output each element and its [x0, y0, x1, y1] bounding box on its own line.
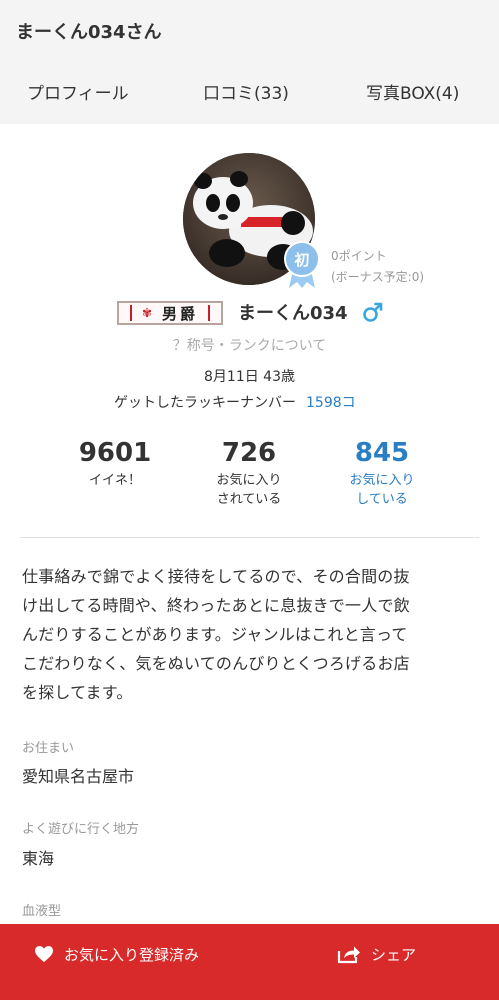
intro-line: を探してます。 [22, 683, 133, 702]
stat-favoriting[interactable]: 845 お気に入り している [317, 437, 447, 509]
favorite-button-label: お気に入り登録済み [64, 945, 200, 964]
residence-label: お住まい [22, 741, 75, 756]
share-icon [337, 946, 360, 964]
rank-title: 男爵 [162, 304, 199, 323]
section-divider [20, 537, 479, 538]
rank-info-link[interactable]: ？称号・ランクについて [0, 335, 499, 355]
intro-line: んだりすることがあります。ジャンルはこれと言って [22, 625, 408, 644]
likes-label: イイネ！ [88, 473, 141, 488]
area-label: よく遊びに行く地方 [22, 822, 140, 837]
favoriting-count: 845 [354, 438, 410, 468]
tab-reviews[interactable]: 口コミ(33) [203, 79, 289, 104]
beginner-badge-icon: 初 [284, 241, 320, 288]
male-icon [363, 302, 383, 322]
favorited-by-label-2: されている [216, 492, 282, 507]
stat-favorited-by[interactable]: 726 お気に入り されている [184, 437, 314, 509]
blood-type-label: 血液型 [22, 904, 62, 919]
birthday-age: 8月11日 43歳 [204, 369, 295, 385]
intro-line: 仕事絡みで錦でよく接待をしてるので、その合間の抜 [22, 567, 410, 586]
tab-profile[interactable]: プロフィール [27, 79, 129, 104]
favoriting-label-2: している [356, 492, 408, 507]
favoriting-label-1: お気に入り [349, 473, 415, 488]
page-title: まーくん034さん [16, 22, 162, 43]
lucky-number-label: ゲットしたラッキーナンバー [114, 395, 296, 411]
tab-photo-box[interactable]: 写真BOX(4) [366, 79, 459, 104]
rank-emblem: ✾ 男爵 [117, 301, 223, 325]
share-button[interactable]: シェア [337, 924, 416, 984]
heart-icon [35, 946, 53, 962]
favorited-by-count: 726 [221, 438, 277, 468]
intro-line: こだわりなく、気をぬいてのんびりとくつろげるお店 [22, 654, 410, 673]
bonus-points: (ボーナス予定:0) [331, 270, 425, 284]
self-introduction: 仕事絡みで錦でよく接待をしてるので、その合間の抜 け出してる時間や、終わったあと… [22, 562, 482, 707]
favorited-by-label-1: お気に入り [216, 473, 282, 488]
residence-value: 愛知県名古屋市 [22, 767, 135, 786]
tab-bar: プロフィール 口コミ(33) 写真BOX(4) [0, 60, 499, 183]
username: まーくん034 [238, 303, 348, 324]
share-button-label: シェア [371, 945, 417, 964]
badge-label: 初 [294, 251, 309, 269]
lucky-number-row: ゲットしたラッキーナンバー 1598コ [114, 392, 356, 412]
header-bar: まーくん034さん [0, 0, 499, 60]
area-value: 東海 [22, 849, 55, 868]
stat-likes: 9601 イイネ！ [50, 437, 180, 490]
favorite-button[interactable]: お気に入り登録済み [34, 924, 199, 984]
points-info: 0ポイント (ボーナス予定:0) [331, 246, 424, 288]
lucky-number-value[interactable]: 1598コ [306, 395, 356, 411]
bottom-action-bar: お気に入り登録済み シェア [0, 924, 499, 1000]
likes-count: 9601 [78, 438, 152, 468]
emblem-mark-icon: ✾ [141, 306, 153, 320]
intro-line: け出してる時間や、終わったあとに息抜きで一人で飲 [22, 596, 410, 615]
points-value: 0ポイント [331, 249, 387, 263]
